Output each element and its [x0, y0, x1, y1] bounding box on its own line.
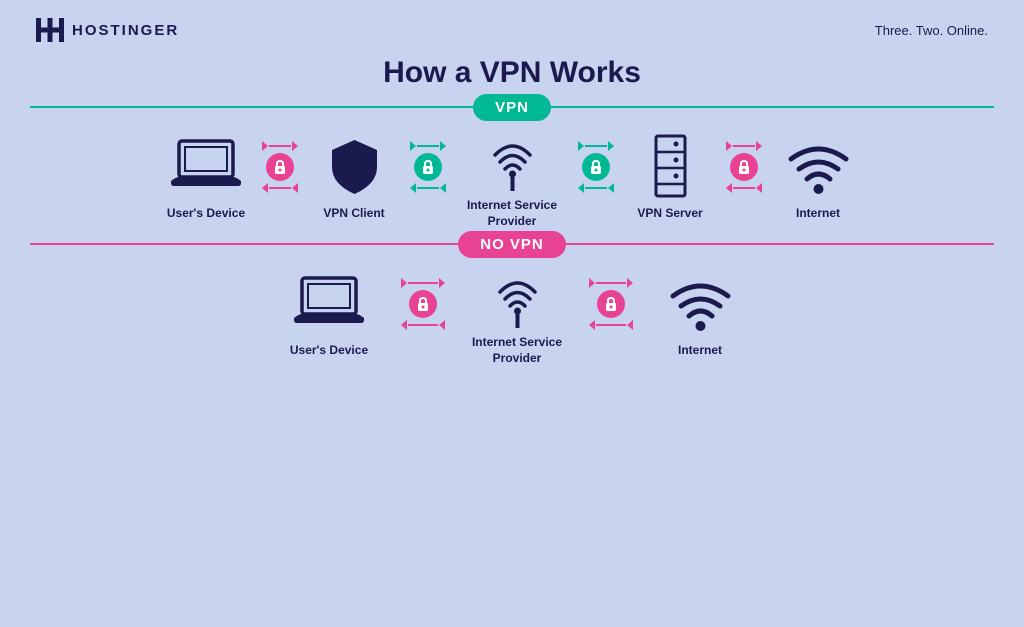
vpn-badge: VPN — [473, 94, 551, 121]
connector-3 — [566, 141, 626, 193]
vpn-server-label: VPN Server — [637, 206, 702, 222]
hostinger-logo-icon — [36, 18, 64, 42]
novpn-users-device-label: User's Device — [290, 343, 368, 359]
vpn-isp-label: Internet ServiceProvider — [467, 198, 557, 229]
novpn-section-line: NO VPN — [30, 243, 994, 245]
novpn-users-device: User's Device — [274, 269, 384, 359]
antenna-icon — [485, 127, 540, 192]
novpn-isp-label: Internet ServiceProvider — [472, 335, 562, 366]
vpn-section: VPN User's Device — [0, 106, 1024, 233]
laptop-icon — [171, 139, 241, 194]
lock-icon — [421, 159, 435, 175]
novpn-internet-label: Internet — [678, 343, 722, 359]
novpn-isp: Internet ServiceProvider — [462, 261, 572, 366]
shield-icon — [327, 137, 382, 197]
connector-2 — [398, 141, 458, 193]
vpn-diagram-row: User's Device — [30, 118, 994, 233]
novpn-connector-1 — [388, 278, 458, 330]
antenna-icon-novpn — [490, 264, 545, 329]
vpn-internet: Internet — [778, 132, 858, 222]
novpn-badge: NO VPN — [458, 231, 566, 258]
page-title: How a VPN Works — [0, 56, 1024, 90]
vpn-users-device-label: User's Device — [167, 206, 245, 222]
lock-icon — [273, 159, 287, 175]
novpn-internet: Internet — [650, 269, 750, 359]
novpn-connector-2 — [576, 278, 646, 330]
vpn-internet-label: Internet — [796, 206, 840, 222]
novpn-diagram-row: User's Device — [30, 255, 994, 370]
vpn-section-line: VPN — [30, 106, 994, 108]
header: HOSTINGER Three. Two. Online. — [0, 0, 1024, 52]
vpn-server: VPN Server — [630, 132, 710, 222]
novpn-section: NO VPN User's Device — [0, 243, 1024, 370]
laptop-icon-novpn — [294, 276, 364, 331]
connector-4 — [714, 141, 774, 193]
lock-icon-novpn1 — [416, 296, 430, 312]
tagline: Three. Two. Online. — [875, 23, 988, 38]
lock-icon — [589, 159, 603, 175]
lock-icon-novpn2 — [604, 296, 618, 312]
vpn-client-label: VPN Client — [323, 206, 384, 222]
vpn-users-device: User's Device — [166, 132, 246, 222]
wifi-icon-novpn — [668, 276, 733, 331]
logo: HOSTINGER — [36, 18, 179, 42]
lock-icon — [737, 159, 751, 175]
server-icon — [648, 134, 693, 199]
logo-text: HOSTINGER — [72, 22, 179, 39]
vpn-client: VPN Client — [314, 132, 394, 222]
wifi-icon — [786, 139, 851, 194]
connector-1 — [250, 141, 310, 193]
vpn-isp: Internet ServiceProvider — [462, 124, 562, 229]
